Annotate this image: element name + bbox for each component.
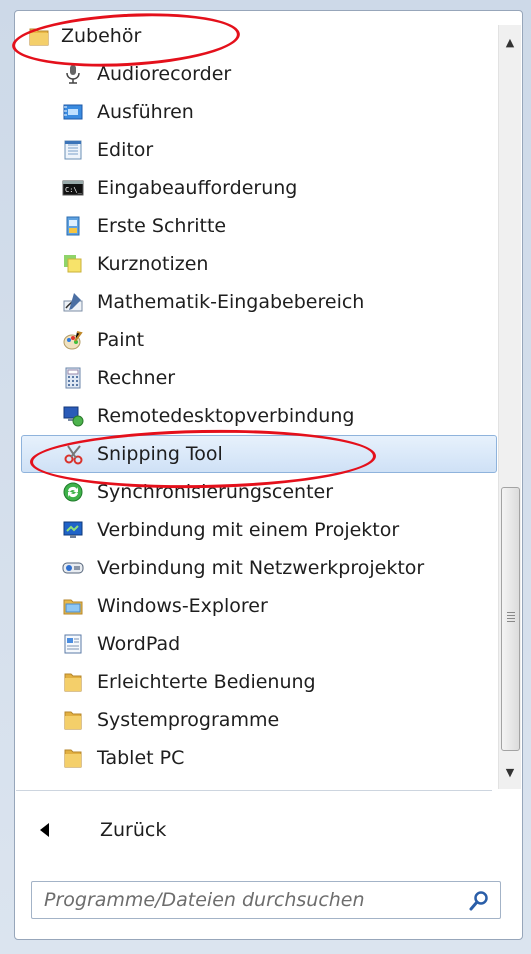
folder-icon — [61, 746, 85, 770]
menu-item-label: Eingabeaufforderung — [97, 177, 298, 199]
remote-desktop-icon — [61, 404, 85, 428]
folder-item-systemprogramme[interactable]: Systemprogramme — [21, 701, 497, 739]
menu-item-kurznotizen[interactable]: Kurznotizen — [21, 245, 497, 283]
back-button[interactable]: Zurück — [34, 815, 234, 845]
run-icon — [61, 100, 85, 124]
folder-icon — [61, 708, 85, 732]
projector-icon — [61, 518, 85, 542]
search-input[interactable] — [32, 882, 454, 918]
command-prompt-icon: C:\_ — [61, 176, 85, 200]
paint-palette-icon — [61, 328, 85, 352]
menu-item-label: Verbindung mit einem Projektor — [97, 519, 400, 541]
menu-item-label: Kurznotizen — [97, 253, 209, 275]
menu-item-verbindung-netzwerkprojektor[interactable]: Verbindung mit Netzwerkprojektor — [21, 549, 497, 587]
menu-item-windows-explorer[interactable]: Windows-Explorer — [21, 587, 497, 625]
menu-item-label: Tablet PC — [97, 747, 185, 769]
folder-item-erleichterte-bedienung[interactable]: Erleichterte Bedienung — [21, 663, 497, 701]
grip-icon — [507, 612, 515, 622]
search-icon[interactable] — [468, 890, 490, 912]
menu-item-label: Erste Schritte — [97, 215, 227, 237]
sync-center-icon — [61, 480, 85, 504]
menu-item-label: Editor — [97, 139, 154, 161]
menu-item-eingabeaufforderung[interactable]: C:\_ Eingabeaufforderung — [21, 169, 497, 207]
folder-item-tablet-pc[interactable]: Tablet PC — [21, 739, 497, 777]
menu-item-wordpad[interactable]: WordPad — [21, 625, 497, 663]
menu-item-label: WordPad — [97, 633, 181, 655]
menu-item-label: Systemprogramme — [97, 709, 280, 731]
scroll-up-button[interactable]: ▲ — [499, 25, 521, 59]
calculator-icon — [61, 366, 85, 390]
network-projector-icon — [61, 556, 85, 580]
menu-item-label: Erleichterte Bedienung — [97, 671, 316, 693]
menu-item-remotedesktopverbindung[interactable]: Remotedesktopverbindung — [21, 397, 497, 435]
wordpad-icon — [61, 632, 85, 656]
menu-item-label: Windows-Explorer — [97, 595, 268, 617]
menu-item-mathematik-eingabebereich[interactable]: Mathematik-Eingabebereich — [21, 283, 497, 321]
explorer-folder-icon — [61, 594, 85, 618]
getting-started-icon — [61, 214, 85, 238]
menu-item-label: Ausführen — [97, 101, 194, 123]
menu-item-erste-schritte[interactable]: Erste Schritte — [21, 207, 497, 245]
notepad-icon — [61, 138, 85, 162]
scroll-down-button[interactable]: ▼ — [499, 755, 521, 789]
menu-item-paint[interactable]: Paint — [21, 321, 497, 359]
search-box[interactable] — [31, 881, 501, 919]
menu-item-label: Rechner — [97, 367, 176, 389]
vertical-scrollbar[interactable]: ▲ ▼ — [498, 25, 521, 789]
menu-item-ausfuehren[interactable]: Ausführen — [21, 93, 497, 131]
menu-divider — [16, 790, 492, 791]
back-triangle-icon — [40, 823, 49, 837]
menu-item-label: Paint — [97, 329, 145, 351]
math-input-icon — [61, 290, 85, 314]
menu-item-verbindung-projektor[interactable]: Verbindung mit einem Projektor — [21, 511, 497, 549]
menu-item-label: Remotedesktopverbindung — [97, 405, 355, 427]
scrollbar-thumb[interactable] — [501, 487, 520, 751]
menu-item-label: Mathematik-Eingabebereich — [97, 291, 365, 313]
menu-item-label: Verbindung mit Netzwerkprojektor — [97, 557, 425, 579]
menu-item-rechner[interactable]: Rechner — [21, 359, 497, 397]
program-list: Zubehör Audiorecorder Ausführen Editor C… — [15, 11, 497, 775]
sticky-notes-icon — [61, 252, 85, 276]
menu-item-editor[interactable]: Editor — [21, 131, 497, 169]
back-label: Zurück — [100, 819, 167, 841]
folder-icon — [61, 670, 85, 694]
svg-text:C:\_: C:\_ — [65, 186, 83, 194]
